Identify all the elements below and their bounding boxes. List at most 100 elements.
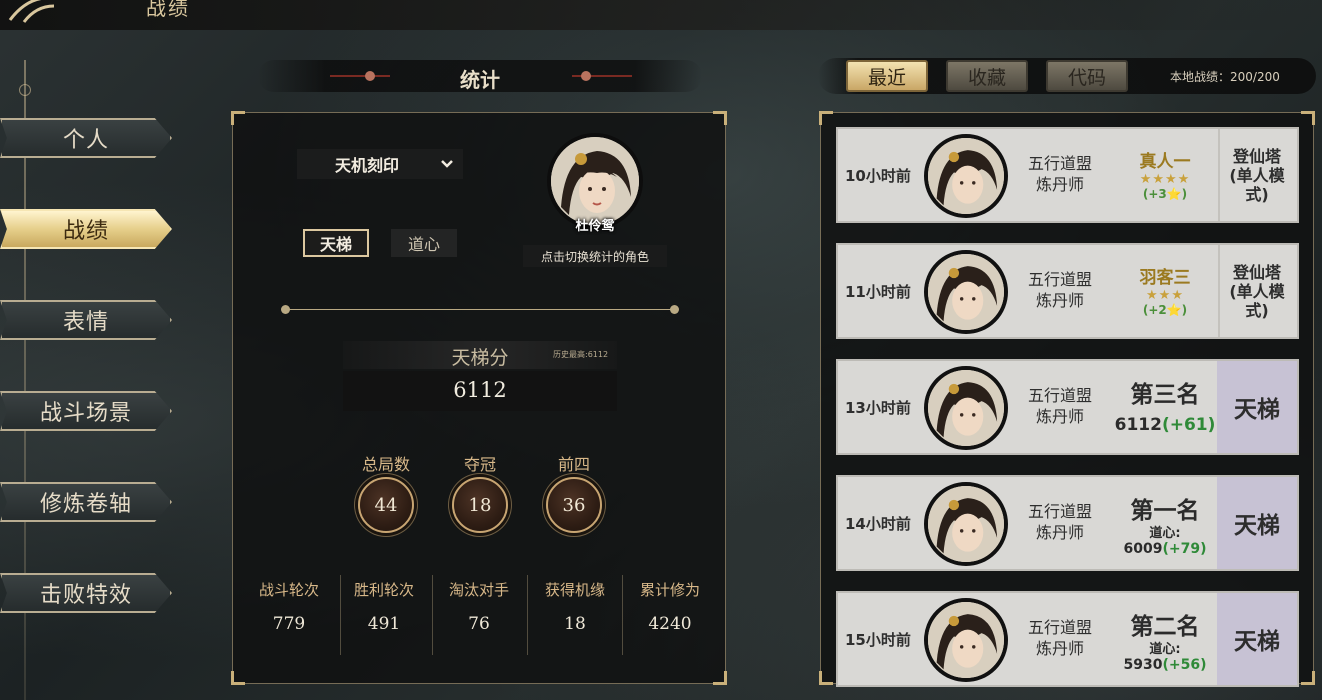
panel-corner [713, 671, 727, 685]
nav-item-emotes[interactable]: 表情 [0, 300, 172, 340]
eliminated-label: 淘汰对手 [448, 581, 509, 599]
tab-code[interactable]: 代码 [1046, 60, 1128, 92]
total-games-label: 总局数 [361, 455, 410, 474]
top-four-label: 前四 [557, 455, 590, 474]
stats-header: 统计 [258, 60, 702, 92]
record-faction: 五行道盟 炼丹师 [1020, 153, 1100, 195]
nav-item-battle-scene[interactable]: 战斗场景 [0, 391, 172, 431]
record-daoxin-label: 道心: [1149, 526, 1181, 541]
records-panel: 10小时前 五行道盟 炼丹师 真人一 ★★★★ (+3⭐) 登仙塔(单人模式) … [819, 111, 1315, 687]
record-faction: 五行道盟 炼丹师 [1020, 501, 1100, 543]
record-avatar [924, 482, 1008, 566]
record-faction-line: 五行道盟 [1027, 154, 1092, 173]
panel-corner [231, 111, 245, 125]
fortune-value: 18 [564, 614, 586, 634]
record-faction-line: 炼丹师 [1035, 407, 1084, 426]
nav-item-label: 个人 [62, 128, 109, 153]
stats-panel: 天机刻印 天梯 道心 杜伶鸳 点击切换统计的角色 天梯分 历史最高:6112 6… [231, 111, 727, 685]
nav-rail-ornament [19, 84, 31, 96]
nav-item-label: 表情 [62, 310, 109, 335]
champion-value: 18 [452, 477, 508, 533]
record-rank-title: 真人一 [1139, 152, 1191, 172]
record-faction: 五行道盟 炼丹师 [1020, 269, 1100, 311]
nav-item-cultivation-scroll[interactable]: 修炼卷轴 [0, 482, 172, 522]
cultivation-label: 累计修为 [639, 581, 700, 599]
record-stars: ★★★ [1146, 288, 1184, 303]
record-mode: 天梯 [1217, 593, 1297, 685]
record-faction: 五行道盟 炼丹师 [1020, 385, 1100, 427]
nav-item-records[interactable]: 战绩 [0, 209, 172, 249]
record-row[interactable]: 10小时前 五行道盟 炼丹师 真人一 ★★★★ (+3⭐) 登仙塔(单人模式) [836, 127, 1299, 223]
ladder-score-box: 6112 [343, 371, 617, 411]
back-arrow-icon[interactable] [0, 0, 60, 26]
tab-daoxin[interactable]: 道心 [391, 229, 457, 257]
record-faction-line: 炼丹师 [1035, 175, 1084, 194]
record-score-value: 6112 [1114, 415, 1162, 435]
tab-recent[interactable]: 最近 [846, 60, 928, 92]
record-star-delta: (+3⭐) [1142, 187, 1188, 201]
record-row[interactable]: 15小时前 五行道盟 炼丹师 第二名 道心: 5930(+56) 天梯 [836, 591, 1299, 687]
records-tab-bar: 最近 收藏 代码 本地战绩：200/200 [818, 58, 1316, 94]
switch-character-hint[interactable]: 点击切换统计的角色 [523, 245, 667, 267]
top-bar: 战绩 [0, 0, 1322, 30]
record-daoxin-gain: (+79) [1162, 541, 1207, 557]
record-time: 15小时前 [845, 631, 911, 649]
record-row[interactable]: 14小时前 五行道盟 炼丹师 第一名 道心: 6009(+79) 天梯 [836, 475, 1299, 571]
record-time: 14小时前 [845, 515, 911, 533]
record-faction-line: 炼丹师 [1035, 523, 1084, 542]
total-games-value: 44 [358, 477, 414, 533]
record-stars: ★★★★ [1139, 172, 1191, 187]
nav-item-defeat-effect[interactable]: 击败特效 [0, 573, 172, 613]
record-daoxin-label: 道心: [1149, 642, 1181, 657]
record-avatar [924, 250, 1008, 334]
character-portrait-icon [928, 254, 1004, 330]
fortune-label: 获得机缘 [544, 581, 605, 599]
character-name: 杜伶鸳 [575, 219, 615, 234]
stats-title: 统计 [460, 68, 500, 92]
record-daoxin-value: 6009 [1123, 541, 1163, 557]
battle-rounds-stat: 战斗轮次 779 [241, 579, 337, 634]
local-record-count: 本地战绩：200/200 [1170, 70, 1280, 84]
eliminated-value: 76 [468, 614, 490, 634]
mode-select[interactable]: 天机刻印 [297, 149, 463, 179]
record-faction-line: 五行道盟 [1027, 618, 1092, 637]
record-daoxin-gain: (+56) [1162, 657, 1207, 673]
record-result: 第三名 6112(+61) [1112, 361, 1218, 453]
character-portrait-icon [928, 602, 1004, 678]
panel-corner [1301, 111, 1315, 125]
record-faction-line: 五行道盟 [1027, 270, 1092, 289]
top-four-value: 36 [546, 477, 602, 533]
ladder-score-value: 6112 [453, 378, 507, 402]
record-daoxin: 6009(+79) [1112, 541, 1218, 557]
nav-item-personal[interactable]: 个人 [0, 118, 172, 158]
record-rank-title: 羽客三 [1139, 268, 1191, 288]
record-time: 10小时前 [845, 167, 911, 185]
chevron-down-icon [441, 160, 453, 168]
record-time: 11小时前 [845, 283, 911, 301]
record-mode: 登仙塔(单人模式) [1229, 146, 1285, 204]
nav-item-label: 修炼卷轴 [39, 492, 132, 517]
tab-ladder[interactable]: 天梯 [303, 229, 369, 257]
record-result: 第一名 道心: 6009(+79) [1112, 477, 1218, 569]
record-score: 6112(+61) [1112, 415, 1218, 435]
nav-item-label: 战绩 [62, 219, 109, 244]
divider-dot [670, 305, 679, 314]
record-row[interactable]: 11小时前 五行道盟 炼丹师 羽客三 ★★★ (+2⭐) 登仙塔(单人模式) [836, 243, 1299, 339]
tab-favorites[interactable]: 收藏 [946, 60, 1028, 92]
win-rounds-stat: 胜利轮次 491 [336, 579, 432, 634]
record-daoxin-value: 5930 [1123, 657, 1163, 673]
record-faction-line: 五行道盟 [1027, 386, 1092, 405]
character-portrait-icon [928, 486, 1004, 562]
panel-corner [819, 111, 833, 125]
character-portrait-icon [928, 370, 1004, 446]
battle-rounds-value: 779 [272, 614, 306, 634]
record-score-gain: (+61) [1161, 415, 1216, 435]
record-avatar [924, 134, 1008, 218]
cultivation-value: 4240 [648, 614, 692, 634]
record-row[interactable]: 13小时前 五行道盟 炼丹师 第三名 6112(+61) 天梯 [836, 359, 1299, 455]
panel-corner [1301, 671, 1315, 685]
record-result: 羽客三 ★★★ (+2⭐) [1112, 245, 1218, 337]
record-rank: 第二名 [1130, 613, 1200, 640]
ladder-score-best: 历史最高:6112 [553, 350, 609, 359]
record-mode: 天梯 [1217, 477, 1297, 569]
